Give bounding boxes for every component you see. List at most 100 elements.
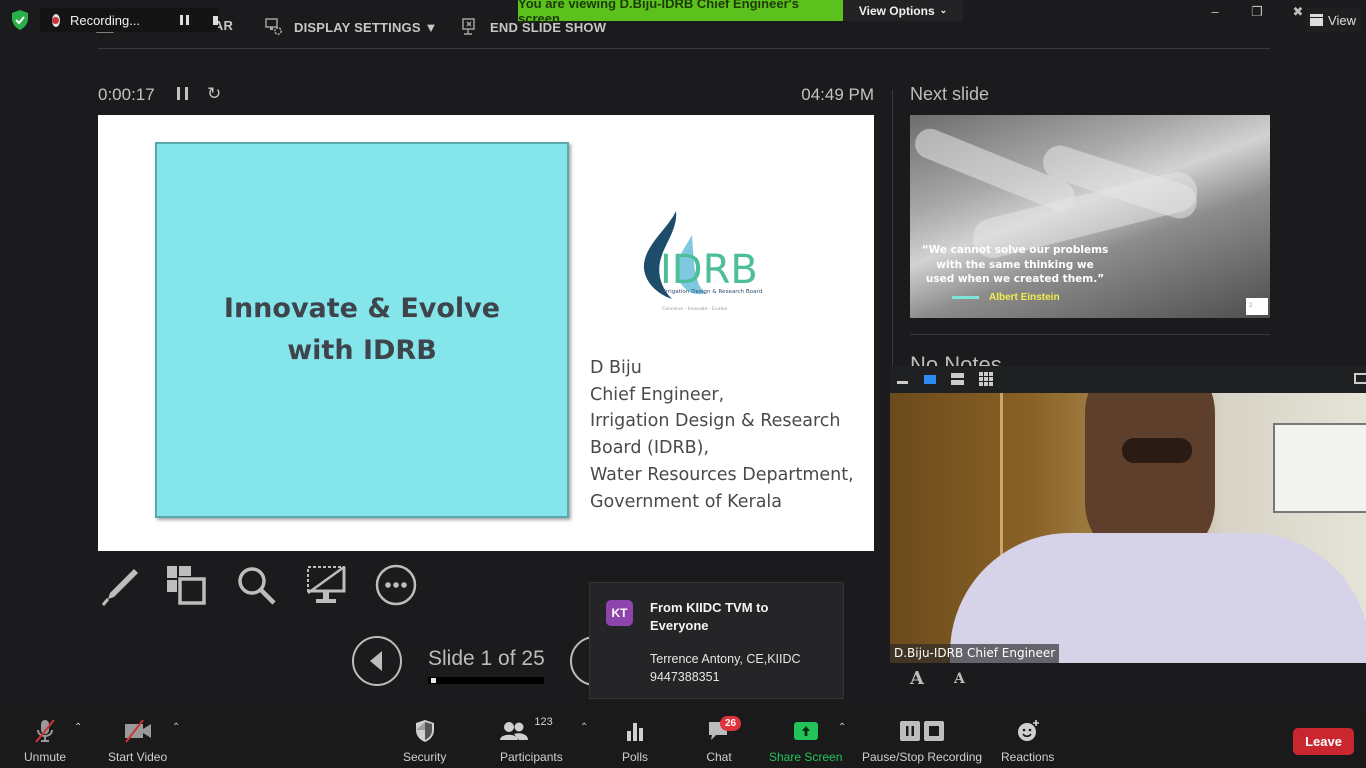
participants-options-caret[interactable]: ⌃ bbox=[580, 722, 588, 733]
share-screen-button[interactable]: Share Screen bbox=[769, 718, 842, 764]
microphone-muted-icon bbox=[35, 719, 55, 743]
pause-stop-recording-button[interactable]: Pause/Stop Recording bbox=[862, 718, 982, 764]
zoom-magnifier-icon[interactable] bbox=[234, 563, 278, 607]
reactions-button[interactable]: Reactions bbox=[1001, 718, 1054, 764]
chat-unread-badge: 26 bbox=[720, 716, 741, 731]
logo-subtitle: Irrigation Design & Research Board bbox=[664, 289, 763, 295]
pen-tool-icon[interactable] bbox=[98, 563, 142, 607]
close-icon: ✖ bbox=[1292, 4, 1304, 19]
idrb-logo: IDRB Irrigation Design & Research Board … bbox=[643, 211, 763, 312]
slide-progress-bar bbox=[428, 677, 544, 684]
next-slide-label: Next slide bbox=[910, 84, 990, 104]
video-person-moustache bbox=[1122, 438, 1192, 463]
slide-counter: Slide 1 of 25 bbox=[428, 647, 545, 670]
recording-indicator: Recording... bbox=[40, 8, 218, 32]
pause-recording-icon bbox=[900, 721, 921, 741]
participant-name-tag: D.Biju-IDRB Chief Engineer bbox=[890, 644, 1060, 663]
current-time: 04:49 PM bbox=[801, 85, 874, 104]
end-show-icon bbox=[462, 18, 475, 35]
participants-button[interactable]: 123 Participants bbox=[500, 716, 563, 764]
pause-recording-icon[interactable] bbox=[180, 15, 189, 25]
minimize-icon: – bbox=[1211, 4, 1219, 19]
display-settings-label: DISPLAY SETTINGS ▼ bbox=[294, 19, 438, 35]
leave-meeting-button[interactable]: Leave bbox=[1293, 728, 1354, 755]
minimize-video-icon[interactable] bbox=[897, 381, 908, 384]
polls-button[interactable]: Polls bbox=[618, 718, 652, 764]
slide-author-block: D Biju Chief Engineer, Irrigation Design… bbox=[590, 358, 854, 512]
security-shield-icon[interactable] bbox=[10, 9, 30, 31]
viewing-screen-banner: You are viewing D.Biju-IDRB Chief Engine… bbox=[518, 0, 843, 26]
slide-title: Innovate & Evolve with IDRB bbox=[223, 293, 501, 366]
polls-label: Polls bbox=[621, 750, 648, 764]
unmute-label: Unmute bbox=[24, 750, 67, 764]
participant-video[interactable]: D.Biju-IDRB Chief Engineer bbox=[890, 393, 1366, 663]
current-slide[interactable]: Innovate & Evolve with IDRB IDRB Irrigat… bbox=[98, 115, 874, 551]
logo-letters: IDRB bbox=[660, 247, 758, 293]
participants-label: Participants bbox=[500, 750, 563, 764]
quote-accent-line bbox=[952, 296, 979, 299]
sender-avatar: KT bbox=[606, 600, 633, 626]
pause-timer-icon[interactable] bbox=[177, 87, 188, 100]
participants-count: 123 bbox=[534, 716, 553, 728]
polls-icon bbox=[627, 723, 643, 741]
notes-divider bbox=[910, 334, 1270, 335]
restore-button[interactable]: ❐ bbox=[1247, 4, 1267, 22]
exit-fullscreen-video-icon[interactable] bbox=[1354, 373, 1366, 384]
video-panel-toolbar bbox=[890, 366, 1366, 393]
stop-recording-icon bbox=[924, 721, 945, 741]
video-camera-off-icon bbox=[124, 719, 151, 743]
next-slide-quote: “We cannot solve our problems with the s… bbox=[921, 244, 1109, 285]
security-label: Security bbox=[403, 750, 447, 764]
share-screen-label: Share Screen bbox=[769, 750, 843, 764]
next-slide-thumbnail[interactable]: “We cannot solve our problems with the s… bbox=[910, 115, 1270, 318]
chat-message: Terrence Antony, CE,KIIDC 9447388351 bbox=[650, 652, 801, 684]
audio-options-caret[interactable]: ⌃ bbox=[74, 722, 82, 733]
video-options-caret[interactable]: ⌃ bbox=[172, 722, 180, 733]
slide-title-box: Innovate & Evolve with IDRB bbox=[155, 142, 569, 518]
participants-icon bbox=[500, 722, 529, 740]
leave-label: Leave bbox=[1305, 734, 1342, 749]
view-layout-button[interactable]: View bbox=[1305, 8, 1361, 32]
start-video-button[interactable]: Start Video bbox=[108, 718, 167, 764]
restart-timer-icon[interactable]: ↻ bbox=[207, 84, 221, 104]
stop-recording-icon[interactable] bbox=[212, 15, 218, 25]
recording-label: Recording... bbox=[69, 12, 141, 28]
triangle-left-icon bbox=[370, 651, 382, 671]
view-options-label: View Options bbox=[858, 3, 935, 18]
security-button[interactable]: Security bbox=[403, 718, 446, 764]
elapsed-timer: 0:00:17 bbox=[98, 85, 155, 104]
next-slide-page-number: 2 bbox=[1246, 298, 1268, 315]
chat-notification[interactable]: KT From KIIDC TVM to Everyone Terrence A… bbox=[589, 582, 844, 699]
increase-font-button[interactable]: A bbox=[910, 668, 924, 689]
security-shield-icon bbox=[415, 720, 434, 742]
slide-navigation: Slide 1 of 25 bbox=[352, 636, 620, 686]
gallery-view-icon[interactable] bbox=[979, 372, 993, 386]
reactions-label: Reactions bbox=[1001, 750, 1055, 764]
minimize-button[interactable]: – bbox=[1205, 4, 1225, 22]
previous-slide-button[interactable] bbox=[352, 636, 402, 686]
speaker-view-icon[interactable] bbox=[924, 375, 936, 384]
grid-view-icon bbox=[1310, 14, 1324, 26]
restore-icon: ❐ bbox=[1251, 4, 1263, 19]
video-certificate-frame bbox=[1273, 423, 1366, 513]
chat-button[interactable]: 26 Chat bbox=[702, 716, 741, 764]
view-options-button[interactable]: View Options ⌄ bbox=[843, 0, 963, 21]
strip-view-icon[interactable] bbox=[951, 373, 964, 386]
see-all-slides-icon[interactable] bbox=[164, 563, 208, 607]
panel-divider bbox=[892, 90, 893, 370]
next-slide-author: Albert Einstein bbox=[989, 292, 1060, 303]
black-screen-icon[interactable] bbox=[304, 563, 348, 607]
toolbar-divider bbox=[98, 48, 1270, 49]
presenter-tools bbox=[98, 563, 428, 609]
unmute-button[interactable]: Unmute bbox=[24, 718, 66, 764]
more-options-icon[interactable] bbox=[374, 563, 418, 607]
viewing-screen-text: You are viewing D.Biju-IDRB Chief Engine… bbox=[518, 0, 799, 26]
view-label: View bbox=[1328, 12, 1356, 28]
display-settings-button[interactable]: DISPLAY SETTINGS ▼ bbox=[264, 18, 438, 36]
share-options-caret[interactable]: ⌃ bbox=[838, 722, 846, 733]
logo-tagline: Conceive · Innovate · Evolve bbox=[662, 306, 727, 312]
share-screen-arrow-icon bbox=[793, 722, 818, 740]
decrease-font-button[interactable]: A bbox=[954, 671, 965, 687]
display-settings-icon bbox=[265, 18, 283, 36]
pause-stop-recording-label: Pause/Stop Recording bbox=[862, 750, 983, 764]
